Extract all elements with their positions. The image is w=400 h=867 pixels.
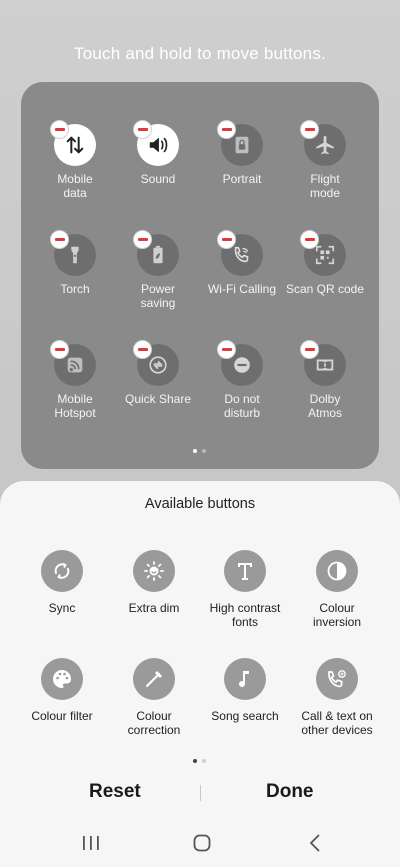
tile-label: Flight mode — [309, 172, 341, 200]
extra-dim-icon — [133, 550, 175, 592]
page-dot — [202, 449, 206, 453]
active-buttons-panel: Mobile data Sound Portrait Flight mode Torch… — [21, 82, 379, 469]
sync-icon — [41, 550, 83, 592]
remove-tile-button[interactable] — [217, 120, 236, 139]
action-divider — [200, 785, 201, 801]
remove-tile-button[interactable] — [217, 230, 236, 249]
song-search-icon — [224, 658, 266, 700]
available-buttons-sheet: Available buttons Sync Extra dim High cont… — [0, 481, 400, 867]
quick-setting-tile[interactable]: Sound — [113, 120, 203, 186]
done-button[interactable]: Done — [266, 781, 314, 803]
available-button-label: Colour correction — [127, 709, 181, 737]
quick-setting-tile[interactable]: Wi-Fi Calling — [197, 230, 287, 296]
remove-tile-button[interactable] — [133, 340, 152, 359]
reset-button[interactable]: Reset — [89, 781, 141, 803]
colour-filter-icon — [41, 658, 83, 700]
tile-label: Do not disturb — [223, 392, 261, 420]
remove-tile-button[interactable] — [300, 120, 319, 139]
colour-inversion-icon — [316, 550, 358, 592]
quick-setting-tile[interactable]: Flight mode — [280, 120, 370, 200]
remove-tile-button[interactable] — [133, 120, 152, 139]
colour-correction-icon — [133, 658, 175, 700]
quick-setting-tile[interactable]: Portrait — [197, 120, 287, 186]
available-button-label: Colour inversion — [312, 601, 362, 629]
tile-label: Wi-Fi Calling — [207, 282, 276, 296]
navigation-bar — [0, 820, 400, 867]
available-button-label: High contrast fonts — [209, 601, 281, 629]
quick-setting-tile[interactable]: Mobile data — [30, 120, 120, 200]
tile-label: Quick Share — [124, 392, 192, 406]
recents-icon[interactable] — [76, 832, 106, 854]
page-dot — [193, 759, 197, 763]
instruction-text: Touch and hold to move buttons. — [74, 44, 326, 63]
back-icon[interactable] — [300, 832, 330, 854]
remove-tile-button[interactable] — [133, 230, 152, 249]
quick-setting-tile[interactable]: Torch — [30, 230, 120, 296]
tile-label: Sound — [140, 172, 176, 186]
page-dot — [193, 449, 197, 453]
available-button[interactable]: Extra dim — [104, 550, 204, 615]
quick-setting-tile[interactable]: Dolby Atmos — [280, 340, 370, 420]
available-button[interactable]: Colour filter — [12, 658, 112, 723]
available-button-label: Colour filter — [31, 709, 93, 723]
tile-label: Dolby Atmos — [307, 392, 342, 420]
tile-label: Torch — [60, 282, 90, 296]
remove-tile-button[interactable] — [50, 230, 69, 249]
remove-tile-button[interactable] — [300, 230, 319, 249]
available-page-indicator — [193, 759, 206, 763]
available-button[interactable]: Sync — [12, 550, 112, 615]
remove-tile-button[interactable] — [217, 340, 236, 359]
call-text-other-devices-icon — [316, 658, 358, 700]
remove-tile-button[interactable] — [300, 340, 319, 359]
action-bar: Reset Done — [0, 781, 400, 805]
quick-setting-tile[interactable]: Power saving — [113, 230, 203, 310]
available-button-label: Sync — [48, 601, 76, 615]
tile-label: Mobile data — [57, 172, 93, 200]
tile-label: Portrait — [222, 172, 262, 186]
available-button[interactable]: High contrast fonts — [195, 550, 295, 629]
remove-tile-button[interactable] — [50, 120, 69, 139]
available-button[interactable]: Song search — [195, 658, 295, 723]
available-button[interactable]: Colour inversion — [287, 550, 387, 629]
available-button[interactable]: Colour correction — [104, 658, 204, 737]
tile-label: Power saving — [140, 282, 176, 310]
quick-setting-tile[interactable]: Mobile Hotspot — [30, 340, 120, 420]
quick-setting-tile[interactable]: Quick Share — [113, 340, 203, 406]
quick-setting-tile[interactable]: Do not disturb — [197, 340, 287, 420]
tile-label: Scan QR code — [285, 282, 365, 296]
available-button-label: Call & text on other devices — [301, 709, 373, 737]
high-contrast-fonts-icon — [224, 550, 266, 592]
quick-setting-tile[interactable]: Scan QR code — [280, 230, 370, 296]
home-icon[interactable] — [187, 832, 217, 854]
available-button-label: Extra dim — [128, 601, 180, 615]
tile-label: Mobile Hotspot — [54, 392, 96, 420]
available-button[interactable]: Call & text on other devices — [287, 658, 387, 737]
page-dot — [202, 759, 206, 763]
sheet-title: Available buttons — [144, 496, 256, 512]
active-page-indicator — [193, 449, 206, 453]
remove-tile-button[interactable] — [50, 340, 69, 359]
available-button-label: Song search — [211, 709, 279, 723]
